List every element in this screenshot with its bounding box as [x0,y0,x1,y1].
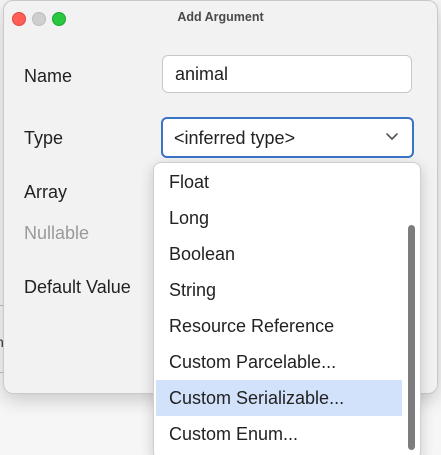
dropdown-option-custom-parcelable[interactable]: Custom Parcelable... [156,344,402,380]
type-combobox-value: <inferred type> [174,128,296,148]
scrollbar-thumb[interactable] [408,225,415,450]
array-label: Array [24,182,68,202]
type-label: Type [24,128,64,148]
dropdown-option-custom-serializable[interactable]: Custom Serializable... [156,380,402,416]
dropdown-option-custom-enum[interactable]: Custom Enum... [156,416,402,452]
dropdown-option-long[interactable]: Long [156,200,402,236]
dropdown-option-string[interactable]: String [156,272,402,308]
dialog-title: Add Argument [177,10,264,24]
nullable-label: Nullable [24,223,90,243]
name-label: Name [24,66,73,86]
dropdown-option-resource-reference[interactable]: Resource Reference [156,308,402,344]
title-bar: Add Argument [4,1,437,33]
type-dropdown-list[interactable]: Float Long Boolean String Resource Refer… [153,162,421,455]
screen: n Add Argument Name Type <inferred type>… [0,0,441,455]
name-input[interactable] [162,55,412,93]
dropdown-option-float[interactable]: Float [156,164,402,200]
chevron-down-icon [386,133,398,140]
type-combobox[interactable]: <inferred type> [161,117,414,158]
default-value-label: Default Value [24,277,131,297]
dropdown-scrollbar[interactable] [404,165,418,455]
dropdown-option-boolean[interactable]: Boolean [156,236,402,272]
